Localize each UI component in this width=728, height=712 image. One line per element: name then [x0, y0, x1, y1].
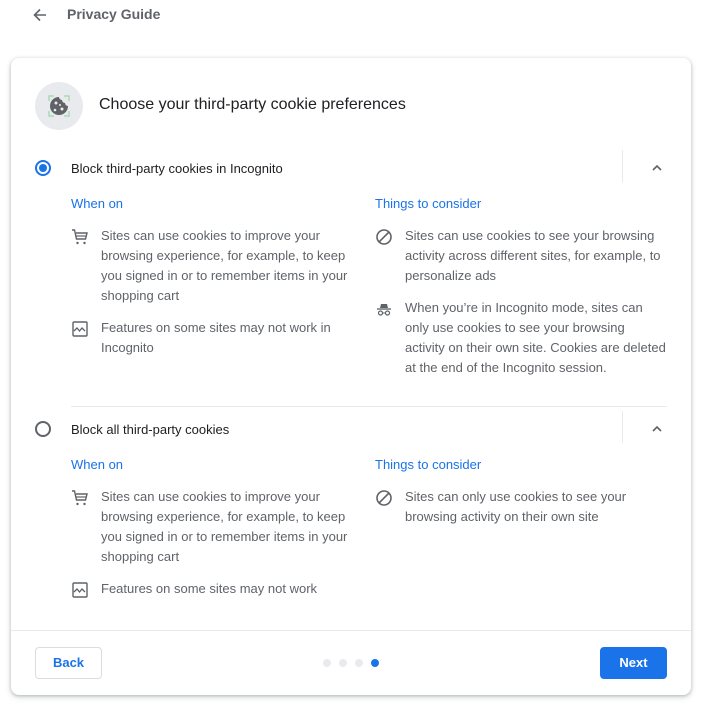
broken-page-icon: [71, 581, 89, 599]
footer-divider: [11, 630, 691, 631]
radio-block-all[interactable]: [35, 421, 51, 437]
divider: [71, 406, 667, 407]
things-to-consider-heading: Things to consider: [375, 457, 482, 472]
option-label: Block all third-party cookies: [71, 422, 230, 437]
option-block-all[interactable]: Block all third-party cookies: [11, 411, 691, 447]
top-bar: Privacy Guide: [0, 0, 728, 30]
next-button[interactable]: Next: [600, 647, 667, 679]
cookie-icon: [35, 82, 83, 130]
divider: [622, 150, 623, 182]
page-title: Privacy Guide: [67, 6, 161, 22]
chevron-up-icon[interactable]: [645, 419, 669, 439]
option-label: Block third-party cookies in Incognito: [71, 161, 283, 176]
arrow-back-icon[interactable]: [30, 5, 50, 25]
step-dot-2[interactable]: [339, 659, 347, 667]
shopping-cart-icon: [71, 228, 89, 246]
privacy-guide-card: Choose your third-party cookie preferenc…: [11, 58, 691, 695]
block-icon: [375, 489, 393, 507]
step-dot-4[interactable]: [371, 659, 379, 667]
back-button[interactable]: Back: [35, 647, 102, 679]
divider: [622, 411, 623, 443]
block-icon: [375, 228, 393, 246]
broken-page-icon: [71, 320, 89, 338]
when-on-heading: When on: [71, 196, 124, 211]
things-to-consider-heading: Things to consider: [375, 196, 482, 211]
when-on-heading: When on: [71, 457, 124, 472]
incognito-icon: [375, 300, 393, 318]
chevron-up-icon[interactable]: [645, 158, 669, 178]
step-dot-1[interactable]: [323, 659, 331, 667]
shopping-cart-icon: [71, 489, 89, 507]
step-dot-3[interactable]: [355, 659, 363, 667]
card-title: Choose your third-party cookie preferenc…: [99, 96, 406, 113]
option-block-incognito[interactable]: Block third-party cookies in Incognito: [11, 150, 691, 186]
step-indicator: [323, 659, 379, 667]
radio-block-incognito[interactable]: [35, 160, 51, 176]
